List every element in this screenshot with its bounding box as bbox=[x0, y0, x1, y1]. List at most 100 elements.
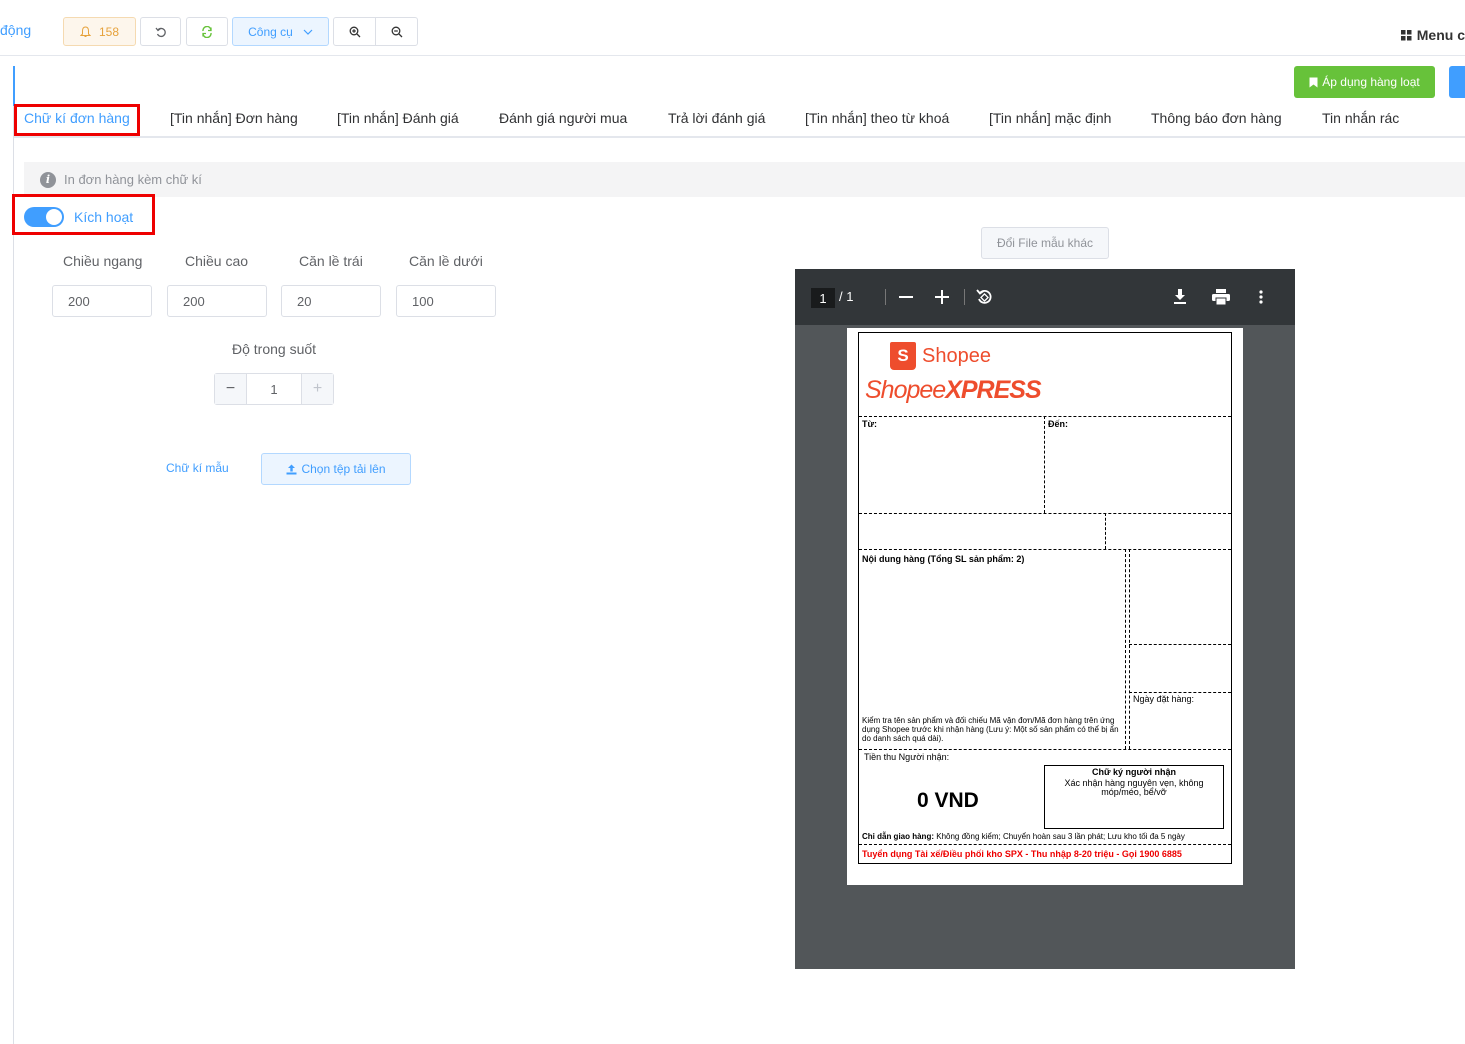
margin-left-input[interactable]: 20 bbox=[281, 285, 381, 317]
tab-order-notification[interactable]: Thông báo đơn hàng bbox=[1151, 110, 1282, 126]
chevron-down-icon bbox=[303, 29, 313, 35]
shipping-label: S Shopee ShopeeXPRESS Từ: Đến: Nội dung … bbox=[858, 332, 1232, 864]
contents-label: Nội dung hàng (Tổng SL sản phẩm: 2) bbox=[862, 554, 1025, 564]
tab-spam-message[interactable]: Tin nhắn rác bbox=[1322, 110, 1399, 126]
spx-logo-part-b: XPRESS bbox=[945, 376, 1041, 404]
notification-button[interactable]: 158 bbox=[63, 17, 136, 46]
spx-logo: ShopeeXPRESS bbox=[865, 376, 1042, 405]
width-input[interactable]: 200 bbox=[52, 285, 152, 317]
sample-signature-link[interactable]: Chữ kí mẫu bbox=[166, 461, 229, 475]
tab-reply-review[interactable]: Trả lời đánh giá bbox=[668, 110, 765, 126]
check-note: Kiểm tra tên sản phẩm và đối chiếu Mã vậ… bbox=[862, 716, 1119, 743]
decrease-button[interactable]: − bbox=[215, 374, 247, 404]
cod-label: Tiền thu Người nhận: bbox=[864, 752, 950, 762]
divider bbox=[859, 513, 1231, 514]
delivery-text: Không đồng kiểm; Chuyển hoàn sau 3 lần p… bbox=[936, 832, 1185, 841]
menu-label: Menu c bbox=[1416, 27, 1465, 43]
tab-review-message[interactable]: [Tin nhắn] Đánh giá bbox=[337, 110, 459, 126]
download-icon[interactable] bbox=[1173, 289, 1187, 305]
page-number-input[interactable]: 1 bbox=[811, 288, 835, 308]
upload-button[interactable]: Chọn tệp tải lên bbox=[261, 453, 411, 485]
tab-default-message[interactable]: [Tin nhắn] mặc định bbox=[989, 110, 1111, 126]
undo-button[interactable] bbox=[140, 17, 181, 46]
spx-logo-part-a: Shopee bbox=[865, 376, 946, 404]
refresh-icon bbox=[202, 25, 212, 38]
zoom-out-icon[interactable] bbox=[899, 296, 913, 298]
status-link[interactable]: động bbox=[0, 22, 31, 38]
height-input[interactable]: 200 bbox=[167, 285, 267, 317]
zoom-out-icon bbox=[391, 26, 402, 37]
shopee-logo: S Shopee bbox=[890, 342, 991, 370]
refresh-button[interactable] bbox=[186, 17, 228, 46]
divider bbox=[859, 749, 1231, 750]
tab-keyword-message[interactable]: [Tin nhắn] theo từ khoá bbox=[805, 110, 949, 126]
apply-bulk-label: Áp dụng hàng loạt bbox=[1322, 75, 1420, 89]
margin-bottom-label: Căn lề dưới bbox=[409, 253, 483, 269]
opacity-value[interactable]: 1 bbox=[247, 374, 301, 404]
rotate-icon[interactable] bbox=[975, 288, 993, 306]
tools-label: Công cụ bbox=[248, 24, 293, 39]
tab-order-message[interactable]: [Tin nhắn] Đơn hàng bbox=[170, 110, 298, 126]
tools-dropdown[interactable]: Công cụ bbox=[232, 17, 329, 46]
divider bbox=[1044, 416, 1045, 513]
zoom-out-button[interactable] bbox=[375, 17, 418, 46]
info-alert: i In đơn hàng kèm chữ kí bbox=[24, 162, 1465, 197]
bag-letter: S bbox=[897, 346, 909, 365]
from-label: Từ: bbox=[862, 419, 878, 429]
undo-icon bbox=[154, 27, 166, 37]
height-label: Chiều cao bbox=[185, 253, 249, 269]
pdf-page: S Shopee ShopeeXPRESS Từ: Đến: Nội dung … bbox=[847, 328, 1243, 885]
divider bbox=[859, 549, 1231, 550]
divider bbox=[1129, 549, 1130, 749]
tab-buyer-review[interactable]: Đánh giá người mua bbox=[499, 110, 627, 126]
to-label: Đến: bbox=[1048, 419, 1068, 429]
increase-button[interactable]: + bbox=[301, 374, 333, 404]
notification-count: 158 bbox=[98, 24, 120, 39]
recruit-banner: Tuyển dụng Tài xế/Điều phối kho SPX - Th… bbox=[862, 849, 1182, 859]
order-date-label: Ngày đặt hàng: bbox=[1133, 694, 1195, 704]
apply-bulk-button[interactable]: Áp dụng hàng loạt bbox=[1294, 66, 1435, 98]
width-label: Chiều ngang bbox=[63, 253, 143, 269]
shopee-wordmark: Shopee bbox=[922, 344, 991, 367]
zoom-in-icon bbox=[349, 26, 360, 37]
pdf-viewer: 1 / 1 S Shopee ShopeeXPRESS Từ: Đến: Nội… bbox=[795, 269, 1295, 969]
save-button[interactable] bbox=[1449, 66, 1465, 98]
highlight-switch-box bbox=[12, 194, 155, 235]
signature-box: Chữ ký người nhận Xác nhận hàng nguyên v… bbox=[1044, 765, 1224, 829]
signature-note: Xác nhận hàng nguyên vẹn, không móp/méo,… bbox=[1064, 778, 1204, 797]
delivery-label: Chỉ dẫn giao hàng: bbox=[862, 832, 934, 841]
info-icon: i bbox=[40, 171, 56, 188]
margin-left-label: Căn lề trái bbox=[299, 253, 363, 269]
cod-value: 0 VND bbox=[917, 789, 979, 812]
top-toolbar: động 158 Công cụ Menu c bbox=[0, 0, 1465, 56]
more-icon[interactable] bbox=[1259, 290, 1263, 304]
zoom-in-icon[interactable] bbox=[935, 290, 949, 304]
toolbar-divider bbox=[964, 289, 965, 305]
divider bbox=[859, 844, 1231, 845]
pdf-toolbar: 1 / 1 bbox=[795, 269, 1295, 325]
toolbar-divider bbox=[885, 289, 886, 305]
zoom-in-button[interactable] bbox=[333, 17, 376, 46]
menu-button[interactable]: Menu c bbox=[1400, 27, 1465, 43]
divider bbox=[859, 416, 1231, 417]
signature-title: Chữ ký người nhận bbox=[1092, 767, 1176, 777]
bookmark-icon bbox=[1309, 77, 1318, 87]
highlight-tab-box bbox=[14, 104, 140, 136]
delivery-instructions: Chỉ dẫn giao hàng: Không đồng kiểm; Chuy… bbox=[862, 832, 1185, 841]
margin-bottom-input[interactable]: 100 bbox=[396, 285, 496, 317]
opacity-stepper: − 1 + bbox=[214, 373, 334, 405]
bell-icon bbox=[79, 25, 91, 37]
page-total: / 1 bbox=[839, 289, 854, 304]
divider bbox=[1125, 549, 1126, 749]
upload-icon bbox=[286, 464, 297, 474]
divider bbox=[1129, 692, 1231, 693]
grid-icon bbox=[1400, 29, 1412, 40]
shopee-bag-icon: S bbox=[890, 342, 916, 370]
print-icon[interactable] bbox=[1212, 289, 1230, 305]
upload-label: Chọn tệp tải lên bbox=[301, 462, 386, 476]
divider bbox=[1105, 513, 1106, 549]
info-text: In đơn hàng kèm chữ kí bbox=[64, 172, 202, 187]
settings-tabs: Chữ kí đơn hàng [Tin nhắn] Đơn hàng [Tin… bbox=[14, 100, 1465, 138]
change-template-button[interactable]: Đổi File mẫu khác bbox=[981, 227, 1109, 259]
opacity-label: Độ trong suốt bbox=[232, 341, 317, 357]
